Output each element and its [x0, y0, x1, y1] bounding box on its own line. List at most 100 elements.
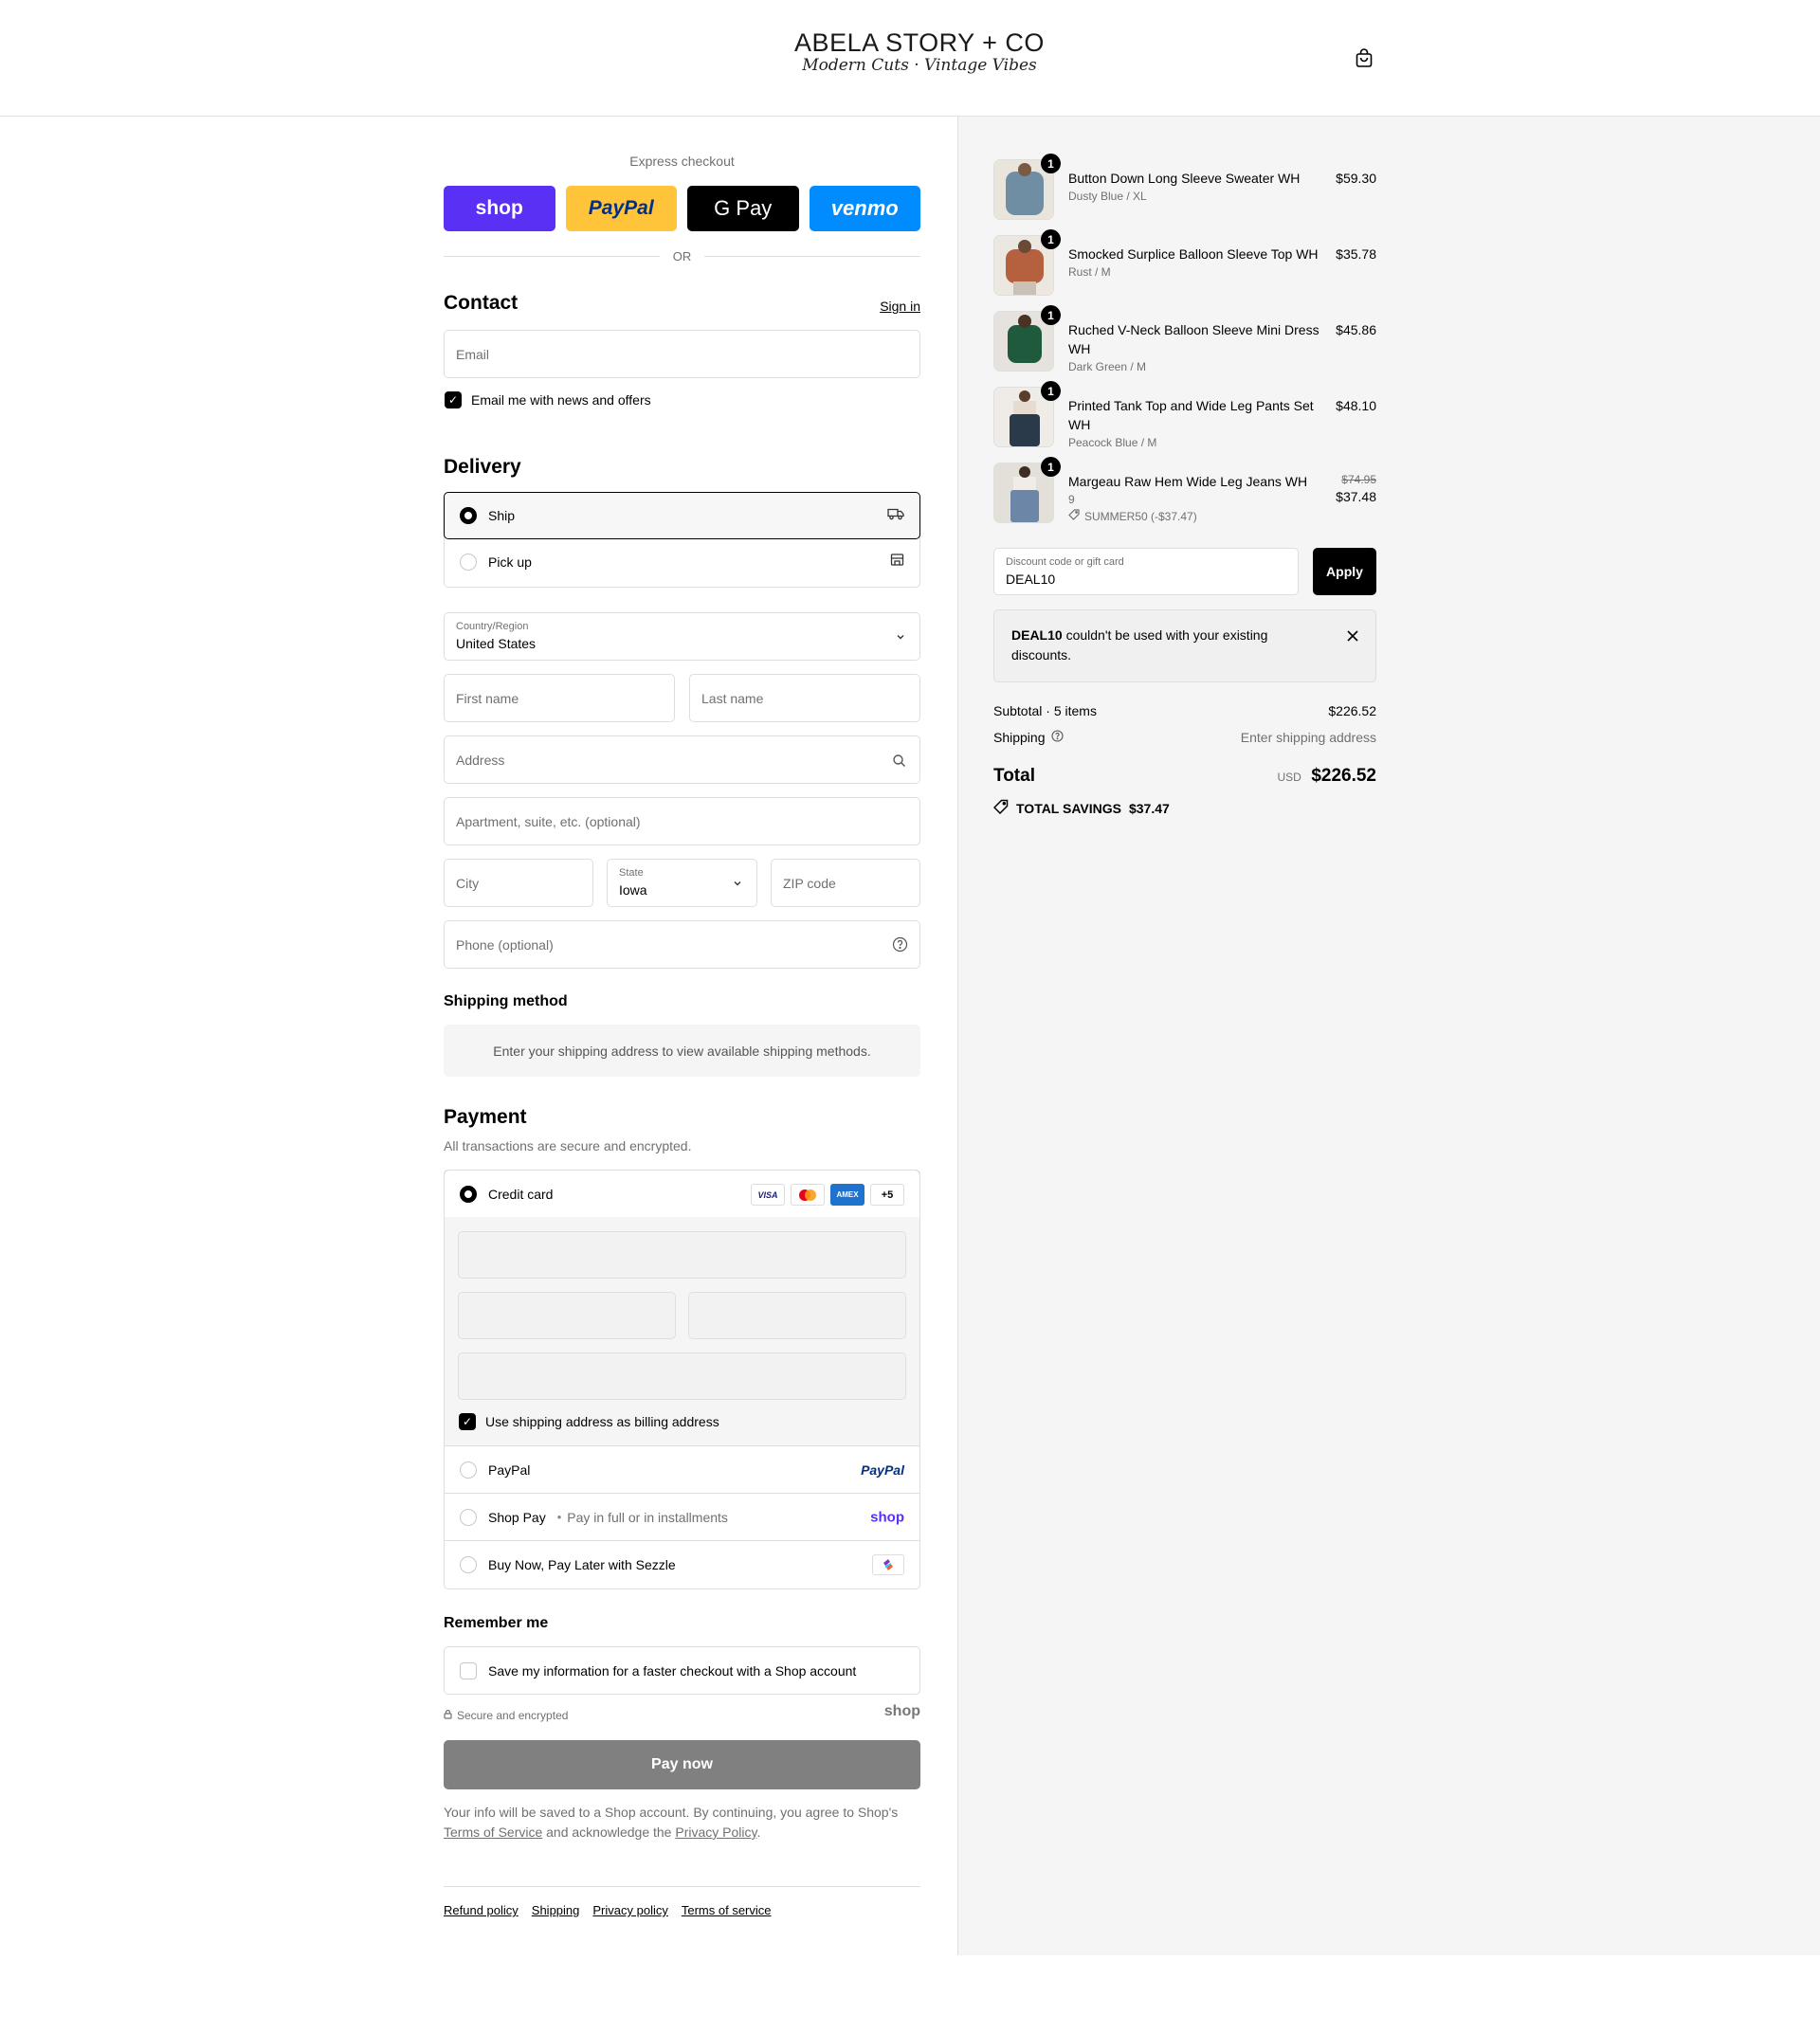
sezzle-option[interactable]: Buy Now, Pay Later with Sezzle — [445, 1541, 919, 1588]
billing-checkbox[interactable]: ✓ — [459, 1413, 476, 1430]
pay-now-button[interactable]: Pay now — [444, 1740, 920, 1789]
country-select[interactable]: Country/Region United States — [444, 612, 920, 661]
email-field[interactable]: Email — [444, 330, 920, 378]
remember-me-heading: Remember me — [444, 1615, 549, 1631]
save-info-checkbox[interactable] — [460, 1661, 477, 1679]
paypal-radio[interactable] — [460, 1461, 477, 1479]
refund-policy-link[interactable]: Refund policy — [444, 1903, 519, 1917]
discount-error-banner: DEAL10 couldn't be used with your existi… — [993, 609, 1376, 682]
savings-label: TOTAL SAVINGS — [1016, 800, 1121, 816]
lock-icon — [444, 1709, 452, 1722]
billing-same-option[interactable]: ✓ Use shipping address as billing addres… — [459, 1413, 719, 1430]
terms-link[interactable]: Terms of Service — [444, 1824, 542, 1840]
sezzle-radio[interactable] — [460, 1556, 477, 1573]
item-name: Smocked Surplice Balloon Sleeve Top WH Ru… — [1068, 245, 1320, 281]
delivery-method-group: Ship Pick up — [444, 492, 920, 588]
first-name-field[interactable]: First name — [444, 674, 675, 722]
venmo-express-button[interactable]: venmo — [809, 186, 920, 231]
credit-card-radio[interactable] — [460, 1185, 477, 1203]
item-price: $45.86 — [1336, 322, 1376, 337]
shipping-link[interactable]: Shipping — [532, 1903, 580, 1917]
paypal-logo: PayPal — [861, 1461, 904, 1478]
tag-icon — [992, 799, 1009, 817]
city-field[interactable]: City — [444, 859, 593, 907]
item-name: Margeau Raw Hem Wide Leg Jeans WH 9 SUMM… — [1068, 472, 1320, 525]
total-row: Total USD $226.52 — [993, 766, 1376, 787]
help-icon[interactable] — [1050, 730, 1064, 745]
security-code-field[interactable] — [688, 1292, 906, 1339]
phone-placeholder: Phone (optional) — [456, 936, 554, 953]
state-select[interactable]: State Iowa — [607, 859, 757, 907]
sign-in-link[interactable]: Sign in — [880, 299, 920, 314]
shipping-method-heading: Shipping method — [444, 993, 568, 1009]
apartment-field[interactable]: Apartment, suite, etc. (optional) — [444, 797, 920, 845]
help-icon[interactable] — [892, 936, 908, 955]
privacy-policy-link[interactable]: Privacy policy — [592, 1903, 667, 1917]
or-text: OR — [672, 248, 692, 263]
terms-of-service-link[interactable]: Terms of service — [682, 1903, 772, 1917]
item-title: Printed Tank Top and Wide Leg Pants Set … — [1068, 398, 1314, 432]
item-variant: Dark Green / M — [1068, 360, 1147, 373]
city-placeholder: City — [456, 875, 480, 891]
paypal-express-button[interactable]: PayPal — [565, 186, 677, 231]
news-checkbox[interactable]: ✓ — [445, 391, 462, 408]
item-name: Ruched V-Neck Balloon Sleeve Mini Dress … — [1068, 320, 1320, 375]
apartment-placeholder: Apartment, suite, etc. (optional) — [456, 813, 641, 829]
shop-pay-label: Shop Pay — [488, 1509, 546, 1525]
name-on-card-field[interactable] — [458, 1352, 906, 1400]
item-name: Printed Tank Top and Wide Leg Pants Set … — [1068, 396, 1320, 451]
save-info-label: Save my information for a faster checkou… — [488, 1662, 857, 1679]
ship-label: Ship — [488, 508, 516, 523]
logo-main-text: ABELA STORY + CO — [794, 28, 1045, 57]
item-sale-price: $37.48 — [1336, 489, 1376, 504]
ship-option[interactable]: Ship — [444, 492, 920, 539]
shop-pay-option[interactable]: Shop Pay • Pay in full or in installment… — [445, 1494, 919, 1541]
express-checkout-buttons: shop PayPal G Pay venmo — [444, 186, 920, 231]
pickup-radio[interactable] — [460, 554, 477, 571]
consent-pre: Your info will be saved to a Shop accoun… — [444, 1805, 899, 1820]
zip-placeholder: ZIP code — [783, 875, 836, 891]
credit-card-option[interactable]: Credit card VISA AMEX +5 — [445, 1171, 919, 1218]
ship-radio[interactable] — [460, 507, 477, 524]
cart-icon[interactable] — [1354, 47, 1374, 68]
logo-tagline: Modern Cuts · Vintage Vibes — [802, 56, 1037, 75]
credit-card-label: Credit card — [488, 1186, 554, 1202]
item-title: Margeau Raw Hem Wide Leg Jeans WH — [1068, 474, 1308, 489]
card-number-field[interactable] — [458, 1231, 906, 1279]
quantity-badge: 1 — [1041, 381, 1061, 401]
discount-code-field[interactable]: Discount code or gift card DEAL10 — [993, 548, 1299, 595]
paypal-option[interactable]: PayPal PayPal — [445, 1446, 919, 1494]
privacy-link[interactable]: Privacy Policy — [675, 1824, 756, 1840]
phone-field[interactable]: Phone (optional) — [444, 920, 920, 969]
paypal-label: PayPal — [488, 1461, 531, 1478]
item-variant: Peacock Blue / M — [1068, 436, 1157, 449]
shop-pay-radio[interactable] — [460, 1508, 477, 1526]
item-price: $35.78 — [1336, 246, 1376, 262]
item-original-price: $74.95 — [1341, 473, 1376, 486]
shop-pay-express-button[interactable]: shop — [444, 186, 555, 231]
state-value: Iowa — [619, 882, 647, 898]
close-icon[interactable] — [1347, 627, 1358, 647]
store-logo[interactable]: ABELA STORY + CO Modern Cuts · Vintage V… — [777, 28, 1062, 75]
paypal-logo-text: PayPal — [588, 197, 654, 219]
apply-discount-button[interactable]: Apply — [1313, 548, 1376, 595]
consent-mid: and acknowledge the — [546, 1824, 672, 1840]
shipping-row: Shipping Enter shipping address — [993, 730, 1376, 745]
shipping-label: Shipping — [993, 730, 1046, 745]
last-name-placeholder: Last name — [701, 690, 764, 706]
address-field[interactable]: Address — [444, 735, 920, 784]
cart-item: 1 Smocked Surplice Balloon Sleeve Top WH… — [993, 229, 1376, 301]
google-pay-express-button[interactable]: G Pay — [687, 186, 799, 231]
zip-field[interactable]: ZIP code — [771, 859, 920, 907]
expiration-field[interactable] — [458, 1292, 676, 1339]
news-opt-in[interactable]: ✓ Email me with news and offers — [445, 391, 651, 408]
chevron-down-icon — [732, 877, 743, 892]
email-placeholder: Email — [456, 346, 490, 362]
total-value: $226.52 — [1311, 766, 1376, 786]
cart-item: 1 Printed Tank Top and Wide Leg Pants Se… — [993, 381, 1376, 453]
save-info-option[interactable]: Save my information for a faster checkou… — [444, 1646, 920, 1695]
pickup-option[interactable]: Pick up — [445, 538, 919, 586]
last-name-field[interactable]: Last name — [689, 674, 920, 722]
item-discount: SUMMER50 (-$37.47) — [1068, 508, 1320, 525]
item-price: $48.10 — [1336, 398, 1376, 413]
